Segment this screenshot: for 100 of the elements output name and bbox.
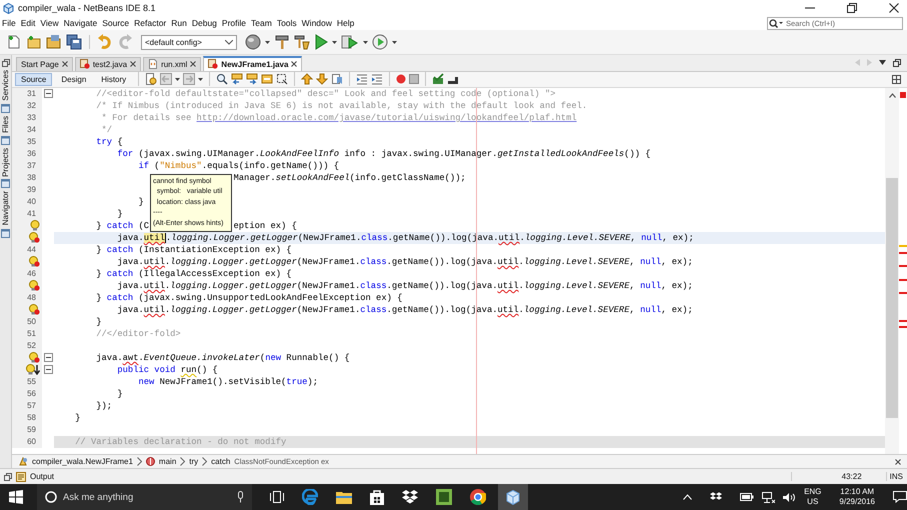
menu-item[interactable]: View <box>40 18 59 28</box>
menu-item[interactable]: File <box>2 18 16 28</box>
menu-item[interactable]: Window <box>302 18 332 28</box>
caret-icon[interactable] <box>332 40 337 44</box>
find-next-icon[interactable] <box>246 73 258 86</box>
menu-item[interactable]: Edit <box>20 18 36 28</box>
indent-left-icon[interactable] <box>356 73 368 86</box>
close-icon[interactable] <box>190 61 196 68</box>
menu-item[interactable]: Debug <box>192 18 217 28</box>
caret-icon[interactable] <box>265 40 270 44</box>
caret-icon[interactable] <box>175 78 180 81</box>
bookmark-icon[interactable] <box>331 73 344 86</box>
minimize-icon[interactable] <box>805 7 815 9</box>
view-tab[interactable]: Design <box>55 72 92 86</box>
lightbulb-error-icon[interactable] <box>29 256 40 268</box>
file-tab[interactable]: NewJFrame1.java <box>203 56 302 71</box>
save-all-icon[interactable] <box>66 34 82 50</box>
config-dropdown[interactable]: <default config> <box>141 34 237 50</box>
error-stripe-mark[interactable] <box>899 292 907 294</box>
file-tab[interactable]: run.xml <box>143 56 202 71</box>
restore-icon[interactable] <box>847 3 857 13</box>
breadcrumb-item[interactable]: catch <box>211 457 230 466</box>
menu-item[interactable]: Run <box>171 18 187 28</box>
search-icon[interactable] <box>769 18 783 28</box>
record-icon[interactable] <box>396 74 406 84</box>
taskbar-button[interactable] <box>498 484 528 510</box>
windows-logo-icon[interactable] <box>9 490 23 504</box>
view-tab[interactable]: Source <box>15 72 52 86</box>
menu-item[interactable]: Team <box>251 18 272 28</box>
clock-time[interactable]: 12:10 AM <box>840 487 874 497</box>
caret-icon[interactable] <box>392 40 397 44</box>
dropdown-icon[interactable] <box>879 60 886 66</box>
task-view-icon[interactable] <box>270 491 284 503</box>
lightbulb-icon[interactable] <box>30 220 40 232</box>
shopping-bag-icon[interactable] <box>370 489 384 505</box>
new-file-icon[interactable] <box>6 34 22 50</box>
menu-item[interactable]: Navigate <box>64 18 98 28</box>
lightbulb-error-icon[interactable] <box>29 280 40 292</box>
gauge-icon[interactable] <box>372 34 388 50</box>
edge-browser-icon[interactable] <box>302 489 318 505</box>
new-project-icon[interactable] <box>26 34 42 50</box>
hammer-icon[interactable] <box>274 34 290 50</box>
battery-icon[interactable] <box>740 493 754 501</box>
menu-item[interactable]: Source <box>102 18 130 28</box>
split-icon[interactable] <box>892 74 901 84</box>
notification-icon[interactable] <box>893 491 907 503</box>
find-icon[interactable] <box>216 73 228 86</box>
fold-icon[interactable] <box>44 353 52 362</box>
file-tab[interactable]: test2.java <box>74 56 142 71</box>
side-tab[interactable]: Services <box>1 70 10 101</box>
stop-icon[interactable] <box>409 74 420 84</box>
caret-icon[interactable] <box>198 78 204 81</box>
up-arrow-icon[interactable] <box>301 73 314 86</box>
dropbox-icon[interactable] <box>402 490 418 504</box>
lightbulb-error-icon[interactable] <box>29 352 40 364</box>
language-indicator[interactable]: ENG <box>804 487 822 497</box>
lightbulb-arrow-icon[interactable] <box>26 364 40 376</box>
side-tab[interactable]: Navigator <box>1 191 10 226</box>
scroll-up-icon[interactable] <box>888 92 896 98</box>
network-icon[interactable] <box>762 492 776 502</box>
close-icon[interactable] <box>291 61 298 68</box>
menu-item[interactable]: Profile <box>222 18 246 28</box>
down-arrow-icon[interactable] <box>316 73 328 86</box>
output-tab[interactable]: Output <box>30 472 54 481</box>
side-tab[interactable]: Projects <box>1 148 10 176</box>
close-icon[interactable] <box>62 61 68 68</box>
close-icon[interactable] <box>889 3 899 13</box>
chevron-up-icon[interactable] <box>683 494 692 500</box>
fold-icon[interactable] <box>44 365 52 374</box>
document-clock-icon[interactable] <box>145 73 158 86</box>
breadcrumb-item[interactable]: compiler_wala.NewJFrame1 <box>32 457 133 466</box>
folder-icon[interactable] <box>46 34 62 50</box>
restore-window-icon[interactable] <box>4 472 12 480</box>
menu-item[interactable]: Help <box>336 18 354 28</box>
clock-date[interactable]: 9/29/2016 <box>839 497 875 507</box>
region-indicator[interactable]: US <box>807 497 818 507</box>
folder-icon[interactable] <box>336 490 352 504</box>
breadcrumb-item[interactable]: try <box>189 457 198 466</box>
breadcrumb-item[interactable]: main <box>158 457 176 466</box>
hammer-broom-icon[interactable] <box>294 34 310 50</box>
restore-window-icon[interactable] <box>2 59 10 67</box>
menu-item[interactable]: Refactor <box>134 18 166 28</box>
view-tab[interactable]: History <box>95 72 132 86</box>
error-stripe-mark[interactable] <box>899 265 907 268</box>
maximize-icon[interactable] <box>893 58 901 67</box>
lightbulb-error-icon[interactable] <box>29 304 40 316</box>
speaker-icon[interactable] <box>783 492 796 502</box>
dropbox-icon[interactable] <box>710 492 722 502</box>
indent-right-icon[interactable] <box>371 73 384 86</box>
scrollbar-thumb[interactable] <box>886 178 898 418</box>
debug-icon[interactable] <box>341 34 359 50</box>
error-stripe-mark[interactable] <box>899 278 907 281</box>
check-icon[interactable] <box>432 73 444 86</box>
selection-icon[interactable] <box>276 73 288 86</box>
globe-icon[interactable] <box>245 34 261 50</box>
highlight-icon[interactable] <box>261 73 274 86</box>
search-field[interactable]: Ask me anything <box>37 484 252 510</box>
file-tab[interactable]: Start Page <box>16 56 73 71</box>
lightbulb-error-icon[interactable] <box>29 232 40 244</box>
chrome-browser-icon[interactable] <box>470 489 486 505</box>
